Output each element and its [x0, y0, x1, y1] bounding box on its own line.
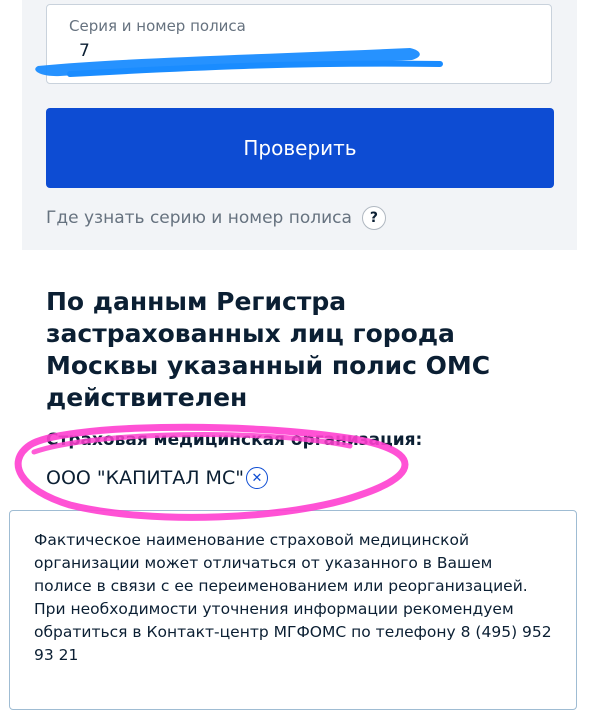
check-button[interactable]: Проверить — [46, 108, 554, 188]
insurance-org-row: ООО "КАПИТАЛ МС" ✕ — [46, 467, 268, 489]
tooltip-text: Фактическое наименование страховой медиц… — [34, 531, 552, 664]
info-tooltip: Фактическое наименование страховой медиц… — [9, 510, 577, 710]
insurance-org-value: ООО "КАПИТАЛ МС" — [46, 467, 244, 489]
insurance-org-label: Страховая медицинская организация: — [46, 430, 423, 450]
help-row[interactable]: Где узнать серию и номер полиса ? — [46, 206, 386, 230]
close-icon[interactable]: ✕ — [245, 467, 268, 489]
result-heading: По данным Регистра застрахованных лиц го… — [46, 287, 491, 412]
help-link[interactable]: Где узнать серию и номер полиса — [46, 208, 352, 228]
redaction-scribble — [35, 48, 443, 77]
question-icon[interactable]: ? — [361, 206, 386, 230]
